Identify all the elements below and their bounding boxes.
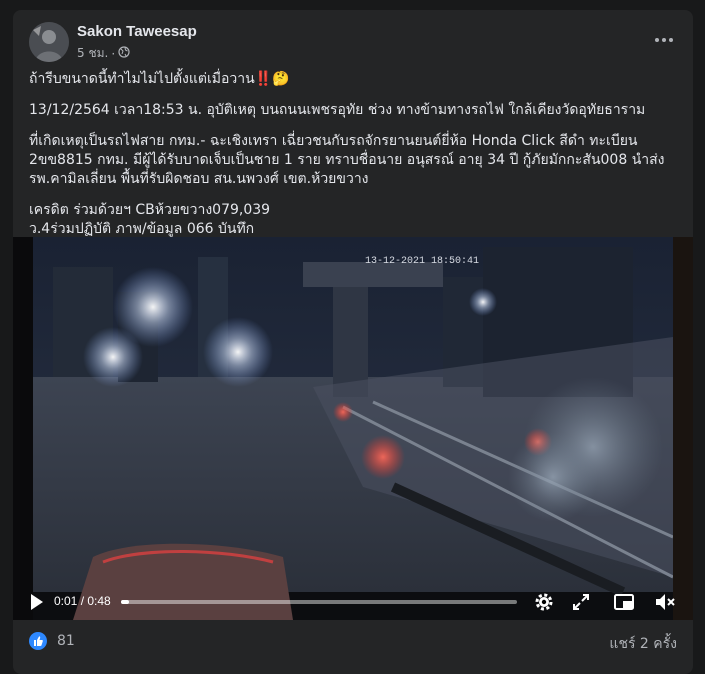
pip-icon [614,594,634,610]
post-card: Sakon Taweesap 5 ชม. · ถ้ารีบขนาดนี้ทำไม… [13,10,693,674]
post-text-line1: ถ้ารีบขนาดนี้ทำไมไม่ไปตั้งแต่เมื่อวาน [29,71,255,87]
volume-icon [656,594,675,610]
video-timestamp: 13-12-2021 18:50:41 [365,256,479,267]
more-horizontal-icon [655,38,659,42]
fullscreen-button[interactable] [569,590,593,614]
post-text-para3: ที่เกิดเหตุเป็นรถไฟสาย กทม.- ฉะเชิงเทรา … [29,133,665,187]
post-text-emoji: ‼️🤔 [254,71,290,87]
pip-button[interactable] [612,590,636,614]
settings-icon [535,593,553,611]
more-options-button[interactable] [651,30,677,50]
author-avatar[interactable] [29,22,69,62]
meta-separator: · [111,46,116,61]
post-header: Sakon Taweesap 5 ชม. · [29,22,677,62]
video-progress-fill [121,600,130,604]
video-controls: 0:01 / 0:48 [13,584,693,620]
post-text: ถ้ารีบขนาดนี้ทำไมไม่ไปตั้งแต่เมื่อวาน‼️🤔… [29,70,679,239]
post-time[interactable]: 5 ชม. [77,44,108,63]
author-name[interactable]: Sakon Taweesap [77,23,197,40]
post-meta: 5 ชม. · [77,44,130,63]
play-button[interactable] [25,591,47,613]
video-frame: 13-12-2021 18:50:41 [13,237,693,620]
video-player[interactable]: 13-12-2021 18:50:41 0:01 / 0:48 [13,237,693,620]
globe-icon [118,46,130,61]
settings-button[interactable] [532,590,556,614]
video-progress-bar[interactable] [121,600,517,604]
like-count[interactable]: 81 [57,633,75,649]
like-icon[interactable] [29,632,47,650]
play-icon [31,594,43,610]
post-footer: 81 แชร์ 2 ครั้ง [29,630,677,654]
shares-count[interactable]: แชร์ 2 ครั้ง [609,633,677,655]
fullscreen-icon [573,594,589,610]
post-text-credit1: เครดิต ร่วมด้วยฯ CBห้วยขวาง079,039 [29,202,271,218]
post-text-para2: 13/12/2564 เวลา18:53 น. อุบัติเหตุ บนถนน… [29,102,646,118]
volume-button[interactable] [653,590,677,614]
video-time: 0:01 / 0:48 [54,594,111,608]
